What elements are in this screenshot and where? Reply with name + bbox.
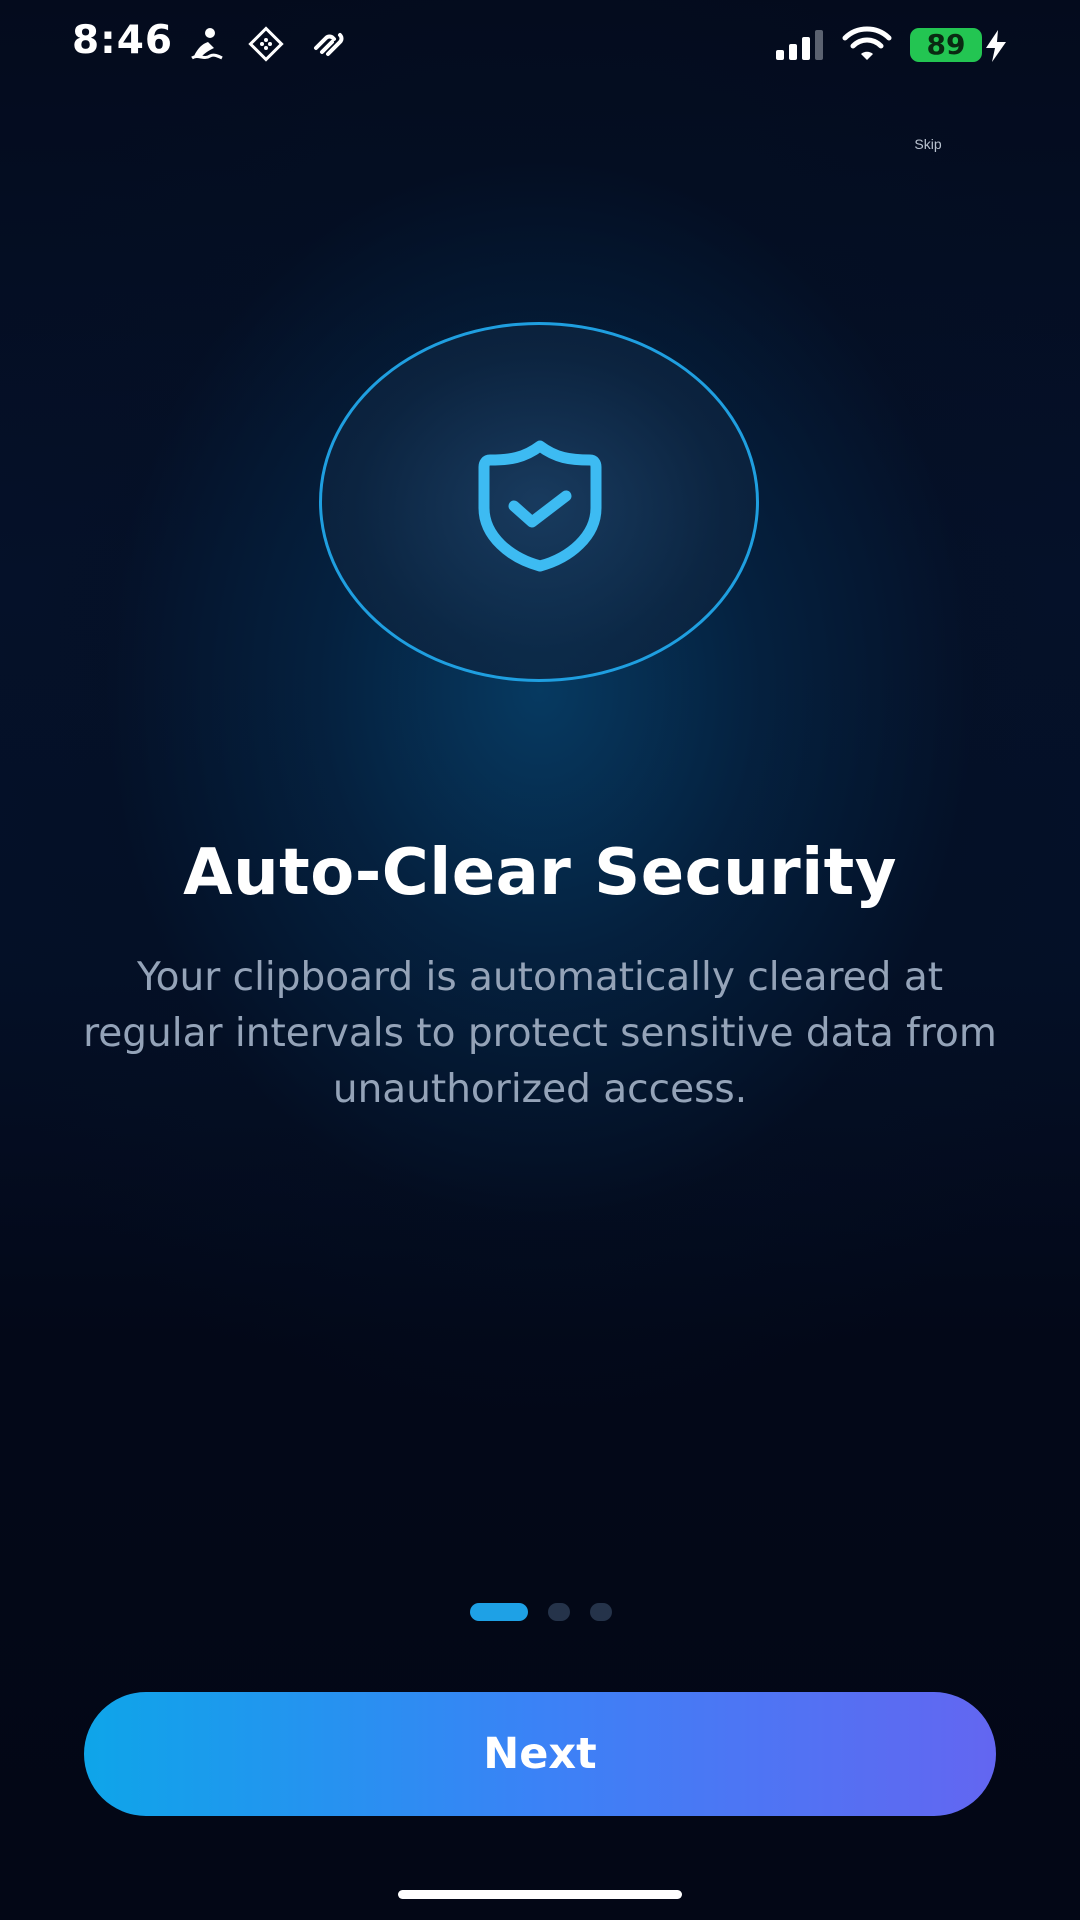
page-dot-3 bbox=[590, 1603, 612, 1621]
feature-description: Your clipboard is automatically cleared … bbox=[83, 955, 997, 1112]
cellular-signal-icon bbox=[776, 30, 823, 60]
home-indicator[interactable] bbox=[398, 1890, 682, 1899]
wifi-icon bbox=[842, 26, 892, 60]
page-indicator bbox=[0, 1603, 1080, 1623]
feature-title: Auto-Clear Security bbox=[183, 836, 897, 910]
onboarding-screen: 8:46 89 Skip Auto-Clear Security Your cl… bbox=[0, 0, 1080, 1920]
status-time: 8:46 bbox=[72, 18, 174, 63]
shield-check-icon bbox=[478, 440, 602, 572]
skip-button[interactable]: Skip bbox=[900, 132, 956, 156]
page-dot-1-active bbox=[470, 1603, 528, 1621]
page-dot-2 bbox=[548, 1603, 570, 1621]
grid-app-icon bbox=[248, 26, 284, 62]
next-button[interactable]: Next bbox=[84, 1692, 996, 1816]
status-bar: 8:46 89 bbox=[0, 0, 1080, 90]
battery-icon: 89 bbox=[910, 28, 982, 62]
link-app-icon bbox=[314, 33, 344, 56]
swimmer-icon bbox=[191, 28, 223, 60]
charging-bolt-icon bbox=[986, 30, 1006, 62]
